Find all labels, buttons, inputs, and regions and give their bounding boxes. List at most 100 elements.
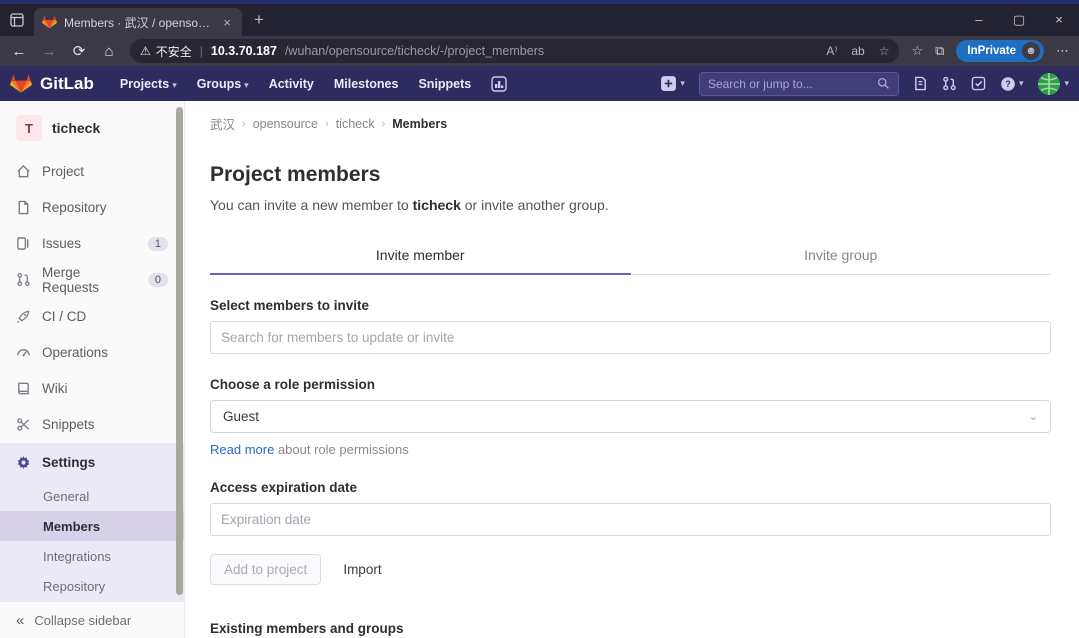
home-icon[interactable]: ⌂ (96, 43, 122, 60)
project-sidebar: T ticheck Project Repository Issues 1 Me… (0, 101, 185, 638)
expiration-date-input[interactable] (210, 503, 1051, 536)
todos-icon[interactable] (971, 76, 986, 91)
document-icon (16, 200, 31, 215)
collections-icon[interactable]: ⧉ (935, 43, 944, 59)
sidebar-subitem-repository[interactable]: Repository (0, 571, 184, 601)
browser-menu-icon[interactable]: ⋯ (1056, 43, 1069, 59)
user-avatar[interactable]: ▾ (1037, 72, 1069, 96)
chevron-down-icon: ⌄ (1029, 410, 1038, 423)
sidebar-subitem-members[interactable]: Members (0, 511, 184, 541)
sidebar-item-project[interactable]: Project (0, 153, 184, 189)
tab-invite-member[interactable]: Invite member (210, 237, 631, 274)
global-search[interactable] (699, 72, 899, 96)
sidebar-item-cicd[interactable]: CI / CD (0, 298, 184, 334)
issues-icon (16, 236, 31, 251)
sidebar-item-settings[interactable]: Settings (0, 443, 184, 481)
security-warning[interactable]: ⚠ 不安全 (140, 43, 192, 60)
close-button[interactable]: × (1039, 6, 1079, 34)
breadcrumb-subgroup[interactable]: opensource (253, 117, 318, 131)
favorites-bar-icon[interactable]: ☆ (911, 43, 923, 59)
sidebar-item-merge-requests[interactable]: Merge Requests 0 (0, 262, 184, 298)
sidebar-item-issues[interactable]: Issues 1 (0, 226, 184, 262)
import-button[interactable]: Import (343, 562, 381, 577)
sidebar-scrollbar[interactable] (176, 107, 183, 595)
project-context[interactable]: T ticheck (0, 101, 184, 153)
add-to-project-button[interactable]: Add to project (210, 554, 321, 585)
back-icon[interactable]: ← (6, 43, 32, 60)
forward-icon[interactable]: → (36, 43, 62, 60)
chevron-down-icon: ▾ (1064, 78, 1069, 89)
nav-milestones[interactable]: Milestones (326, 72, 407, 96)
invite-tabs: Invite member Invite group (210, 237, 1051, 275)
url-separator: | (200, 44, 203, 58)
nav-snippets[interactable]: Snippets (410, 72, 479, 96)
sidebar-nav: Project Repository Issues 1 Merge Reques… (0, 153, 184, 601)
role-select[interactable]: Guest ⌄ (210, 400, 1051, 433)
tab-close-icon[interactable]: × (220, 15, 234, 30)
gitlab-nav-links: Projects▾ Groups▾ Activity Milestones Sn… (112, 71, 515, 97)
sidebar-item-repository[interactable]: Repository (0, 189, 184, 225)
project-avatar: T (16, 115, 42, 141)
address-bar[interactable]: ⚠ 不安全 | 10.3.70.187 /wuhan/opensource/ti… (130, 39, 899, 63)
avatar-image (1037, 72, 1061, 96)
chevron-down-icon: ▾ (1019, 78, 1024, 89)
breadcrumb-current: Members (392, 117, 447, 131)
page-title: Project members (210, 163, 1051, 187)
refresh-icon[interactable]: ⟳ (66, 42, 92, 60)
gitlab-logo[interactable]: GitLab (10, 73, 94, 94)
maximize-button[interactable]: ▢ (999, 6, 1039, 34)
sidebar-item-operations[interactable]: Operations (0, 334, 184, 370)
project-name: ticheck (52, 120, 100, 136)
chevron-down-icon: ▾ (680, 78, 685, 89)
help-icon[interactable]: ? ▾ (1000, 76, 1024, 92)
gauge-icon (16, 345, 31, 360)
scissors-icon (16, 417, 31, 432)
book-icon (16, 381, 31, 396)
issues-icon[interactable] (913, 76, 928, 91)
merge-requests-icon[interactable] (942, 76, 957, 91)
browser-tab-bar: Members · 武汉 / opensource / × + – ▢ × (0, 4, 1079, 36)
form-actions: Add to project Import (210, 554, 1051, 585)
new-menu-button[interactable]: ▾ (660, 75, 685, 92)
read-more-link[interactable]: Read more (210, 442, 274, 457)
nav-activity[interactable]: Activity (261, 72, 322, 96)
address-bar-icons: A⁾ ab ☆ (826, 44, 889, 58)
global-search-input[interactable] (708, 77, 871, 91)
read-aloud-icon[interactable]: A⁾ (826, 44, 837, 58)
charts-icon[interactable] (483, 71, 515, 97)
sidebar-item-wiki[interactable]: Wiki (0, 371, 184, 407)
url-host: 10.3.70.187 (211, 44, 277, 58)
workspaces-icon (10, 13, 24, 27)
nav-projects[interactable]: Projects▾ (112, 72, 185, 96)
warning-icon: ⚠ (140, 44, 151, 58)
home-icon (16, 164, 31, 179)
page-body: T ticheck Project Repository Issues 1 Me… (0, 101, 1079, 638)
favorite-star-icon[interactable]: ☆ (879, 44, 890, 58)
rocket-icon (16, 309, 31, 324)
tab-actions-icon[interactable] (0, 13, 34, 27)
tab-title: Members · 武汉 / opensource / (64, 14, 213, 31)
sidebar-subitem-integrations[interactable]: Integrations (0, 541, 184, 571)
sidebar-item-snippets[interactable]: Snippets (0, 407, 184, 443)
translate-icon[interactable]: ab (851, 44, 864, 58)
tab-invite-group[interactable]: Invite group (631, 237, 1052, 274)
svg-text:?: ? (1005, 79, 1011, 89)
search-icon (877, 77, 890, 90)
member-search-input[interactable] (210, 321, 1051, 354)
gitlab-favicon (42, 15, 57, 29)
gitlab-tanuki-icon (10, 73, 32, 94)
nav-groups[interactable]: Groups▾ (189, 72, 257, 96)
settings-section: Settings General Members Integrations Re… (0, 443, 184, 601)
sidebar-subitem-general[interactable]: General (0, 481, 184, 511)
browser-tab[interactable]: Members · 武汉 / opensource / × (34, 8, 242, 36)
role-selected-value: Guest (223, 409, 259, 424)
minimize-button[interactable]: – (959, 6, 999, 34)
inprivate-badge[interactable]: InPrivate ☻ (956, 40, 1044, 62)
breadcrumb-project[interactable]: ticheck (336, 117, 375, 131)
collapse-sidebar-button[interactable]: « Collapse sidebar (0, 601, 184, 638)
breadcrumb-group[interactable]: 武汉 (210, 114, 235, 133)
browser-toolbar: ← → ⟳ ⌂ ⚠ 不安全 | 10.3.70.187 /wuhan/opens… (0, 36, 1079, 66)
subtitle-project-name: ticheck (413, 197, 461, 213)
breadcrumb-separator: › (382, 118, 386, 130)
new-tab-button[interactable]: + (242, 10, 276, 30)
